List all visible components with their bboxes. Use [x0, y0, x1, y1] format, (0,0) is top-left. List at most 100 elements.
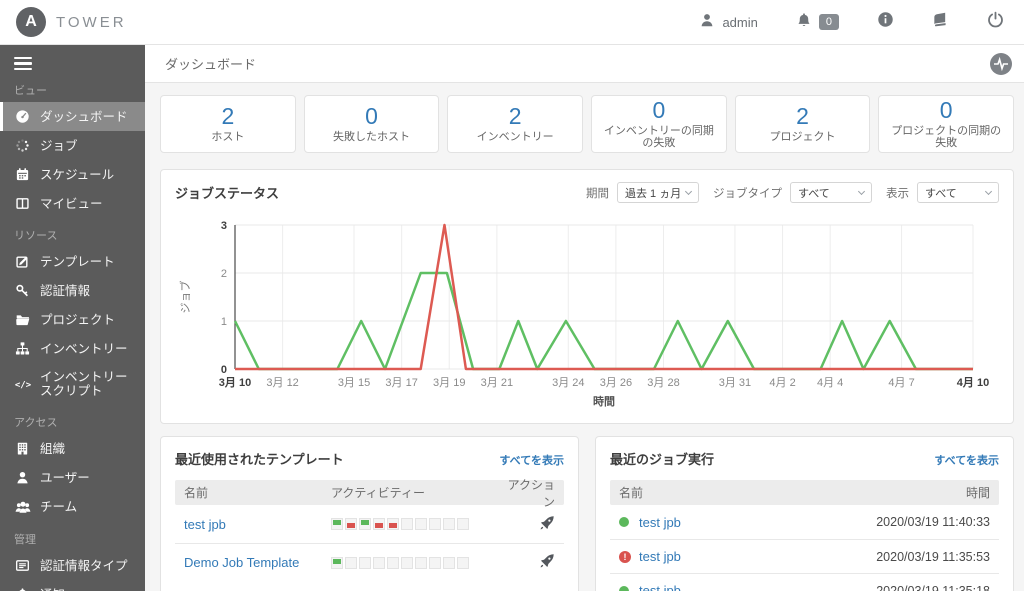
- job-name-link[interactable]: test jpb: [639, 583, 681, 591]
- job-row: ! test jpb 2020/03/19 11:35:53: [610, 539, 999, 573]
- sidebar-item-label: テンプレート: [40, 254, 115, 269]
- book-icon: [932, 11, 949, 33]
- brand-name: TOWER: [56, 13, 127, 31]
- notifications-button[interactable]: 0: [796, 12, 839, 33]
- stat-value: 0: [365, 103, 378, 129]
- activity-cell-empty: [401, 518, 413, 530]
- sidebar-section-label: ビュー: [14, 85, 47, 98]
- job-status-success-icon[interactable]: [619, 585, 629, 591]
- stat-label: プロジェクト: [769, 131, 836, 143]
- info-icon: [877, 11, 894, 33]
- stat-card-project-sync-failures[interactable]: 0 プロジェクトの同期の失敗: [878, 95, 1015, 153]
- job-status-success-icon[interactable]: [619, 517, 629, 527]
- docs-button[interactable]: [932, 11, 949, 33]
- sidebar-item-credentials[interactable]: 認証情報: [0, 276, 145, 305]
- activity-cell-empty: [387, 556, 399, 569]
- my-view-icon: [14, 196, 31, 211]
- job-type-select[interactable]: すべて: [790, 182, 872, 203]
- sidebar-item-notifications[interactable]: 通知: [0, 580, 145, 591]
- launch-rocket-button[interactable]: [499, 515, 555, 534]
- svg-text:1: 1: [221, 316, 227, 328]
- sidebar-section-label: リソース: [14, 230, 58, 243]
- sidebar-item-credential-types[interactable]: 認証情報タイプ: [0, 551, 145, 580]
- organizations-icon: [14, 441, 31, 456]
- sidebar-item-my-view[interactable]: マイビュー: [0, 189, 145, 218]
- sidebar-item-users[interactable]: ユーザー: [0, 463, 145, 492]
- job-status-failed-icon[interactable]: !: [619, 550, 631, 563]
- launch-rocket-button[interactable]: [499, 553, 555, 572]
- stat-card-inventory-sync-failures[interactable]: 0 インベントリーの同期の失敗: [591, 95, 727, 153]
- username: admin: [722, 14, 758, 30]
- period-select[interactable]: 過去 1 ヵ月: [617, 182, 699, 203]
- stat-card-failed-hosts[interactable]: 0 失敗したホスト: [303, 95, 440, 153]
- stat-card-projects[interactable]: 2 プロジェクト: [734, 95, 871, 153]
- job-name-link[interactable]: test jpb: [639, 549, 681, 564]
- stat-card-hosts[interactable]: 2 ホスト: [160, 95, 296, 153]
- sidebar-section-label: 管理: [14, 534, 36, 547]
- svg-text:2: 2: [221, 268, 227, 280]
- page-title: ダッシュボード: [165, 57, 257, 72]
- job-name-link[interactable]: test jpb: [639, 515, 681, 530]
- user-menu[interactable]: admin: [699, 12, 758, 33]
- activity-cell-success: [331, 518, 343, 530]
- activity-cell-empty: [415, 556, 427, 569]
- activity-cell-empty: [443, 556, 455, 569]
- activity-sparkline: [331, 556, 499, 569]
- stat-value: 0: [652, 97, 666, 123]
- recent-jobs-title: 最近のジョブ実行: [610, 452, 715, 467]
- stat-value: 2: [508, 103, 522, 129]
- view-select[interactable]: すべて: [917, 182, 999, 203]
- stat-label: インベントリーの同期の失敗: [603, 125, 714, 149]
- template-name-link[interactable]: Demo Job Template: [184, 555, 331, 570]
- activity-cell-failed: [387, 518, 399, 530]
- svg-text:時間: 時間: [593, 394, 615, 408]
- jobs-table-header: 名前 時間: [610, 480, 999, 505]
- stat-value: 2: [221, 103, 235, 129]
- sidebar-item-teams[interactable]: チーム: [0, 492, 145, 522]
- activity-stream-button[interactable]: [990, 52, 1012, 75]
- job-time: 2020/03/19 11:35:18: [876, 583, 990, 591]
- svg-text:3月 24: 3月 24: [552, 377, 584, 389]
- sidebar-item-inventories[interactable]: インベントリー: [0, 334, 145, 363]
- sidebar-item-dashboard[interactable]: ダッシュボード: [0, 102, 145, 132]
- recent-templates-panel: 最近使用されたテンプレート すべてを表示 名前 アクティビティー アクション t…: [160, 436, 579, 591]
- activity-cell-empty: [345, 556, 357, 569]
- sidebar-item-label: ジョブ: [40, 138, 78, 153]
- sidebar-item-projects[interactable]: プロジェクト: [0, 305, 145, 334]
- svg-text:3月 15: 3月 15: [338, 377, 370, 389]
- template-name-link[interactable]: test jpb: [184, 517, 331, 532]
- activity-cell-empty: [457, 556, 469, 569]
- notification-count-badge: 0: [818, 14, 839, 30]
- notifications-icon: [14, 587, 31, 591]
- sidebar-item-inventory-scripts[interactable]: </> インベントリースクリプト: [0, 363, 145, 405]
- stat-card-inventories[interactable]: 2 インベントリー: [447, 95, 584, 153]
- chevron-down-icon: [984, 187, 993, 195]
- recent-templates-title: 最近使用されたテンプレート: [175, 452, 344, 467]
- sidebar-item-label: プロジェクト: [40, 312, 116, 327]
- tower-logo[interactable]: A: [16, 7, 46, 37]
- dashboard-content: 2 ホスト 0 失敗したホスト 2 インベントリー 0 インベントリーの同期の失敗 2 プロジェク…: [145, 83, 1024, 591]
- inventory-scripts-icon: </>: [14, 376, 31, 392]
- chevron-down-icon: [684, 187, 693, 195]
- hamburger-menu-icon[interactable]: [14, 57, 34, 71]
- power-icon: [987, 11, 1004, 33]
- sidebar-item-label: 組織: [40, 441, 66, 456]
- stats-row: 2 ホスト 0 失敗したホスト 2 インベントリー 0 インベントリーの同期の失敗 2 プロジェク…: [160, 95, 1015, 153]
- sidebar-item-jobs[interactable]: ジョブ: [0, 131, 145, 160]
- templates-view-all-link[interactable]: すべてを表示: [499, 452, 564, 468]
- sidebar-item-label: ダッシュボード: [40, 109, 128, 124]
- bell-icon: [796, 12, 812, 33]
- sidebar-item-schedules[interactable]: スケジュール: [0, 160, 145, 189]
- jobs-icon: [14, 138, 31, 153]
- job-type-filter-label: ジョブタイプ: [713, 187, 782, 200]
- logout-button[interactable]: [987, 11, 1004, 33]
- activity-sparkline: [331, 518, 499, 530]
- jobs-view-all-link[interactable]: すべてを表示: [934, 452, 999, 468]
- about-button[interactable]: [877, 11, 894, 33]
- sidebar-item-templates[interactable]: テンプレート: [0, 247, 145, 276]
- svg-text:4月 4: 4月 4: [817, 377, 843, 389]
- svg-text:</>: </>: [15, 381, 31, 391]
- job-row: test jpb 2020/03/19 11:35:18: [610, 573, 999, 591]
- sidebar-item-organizations[interactable]: 組織: [0, 434, 145, 463]
- activity-cell-empty: [359, 556, 371, 569]
